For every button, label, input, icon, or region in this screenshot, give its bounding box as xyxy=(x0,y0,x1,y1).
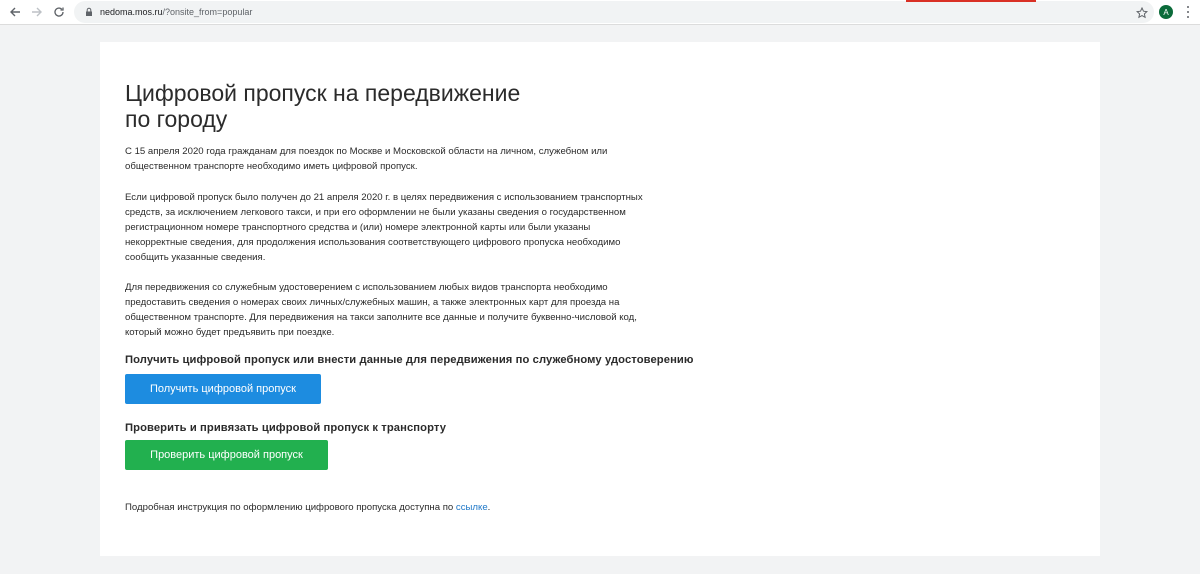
check-pass-button[interactable]: Проверить цифровой пропуск xyxy=(125,440,328,470)
get-pass-button[interactable]: Получить цифровой пропуск xyxy=(125,374,321,404)
menu-kebab-icon[interactable] xyxy=(1186,6,1190,18)
get-pass-heading: Получить цифровой пропуск или внести дан… xyxy=(125,354,694,366)
tab-accent xyxy=(906,0,1036,2)
instruction-link[interactable]: ссылке xyxy=(456,502,488,513)
forward-button[interactable] xyxy=(26,1,48,23)
content-card: Цифровой пропуск на передвижение по горо… xyxy=(100,42,1100,556)
check-pass-heading: Проверить и привязать цифровой пропуск к… xyxy=(125,422,447,434)
back-button[interactable] xyxy=(4,1,26,23)
arrow-right-icon xyxy=(32,7,42,17)
arrow-left-icon xyxy=(10,7,20,17)
lock-icon xyxy=(84,7,94,17)
instruction-note: Подробная инструкция по оформлению цифро… xyxy=(125,502,491,513)
intro-paragraph: С 15 апреля 2020 года гражданам для поез… xyxy=(125,146,608,172)
reload-icon xyxy=(54,7,64,17)
reload-button[interactable] xyxy=(48,1,70,23)
page-title: Цифровой пропуск на передвижение по горо… xyxy=(125,80,521,132)
url-text: nedoma.mos.ru/?onsite_from=popular xyxy=(100,7,253,17)
bookmark-star-icon[interactable] xyxy=(1135,6,1149,19)
service-id-paragraph: Для передвижения со служебным удостовере… xyxy=(125,282,637,338)
avatar[interactable]: A xyxy=(1159,5,1173,19)
browser-toolbar: nedoma.mos.ru/?onsite_from=popular A xyxy=(0,0,1200,25)
update-info-paragraph: Если цифровой пропуск было получен до 21… xyxy=(125,192,643,263)
address-bar[interactable]: nedoma.mos.ru/?onsite_from=popular xyxy=(74,1,1154,23)
